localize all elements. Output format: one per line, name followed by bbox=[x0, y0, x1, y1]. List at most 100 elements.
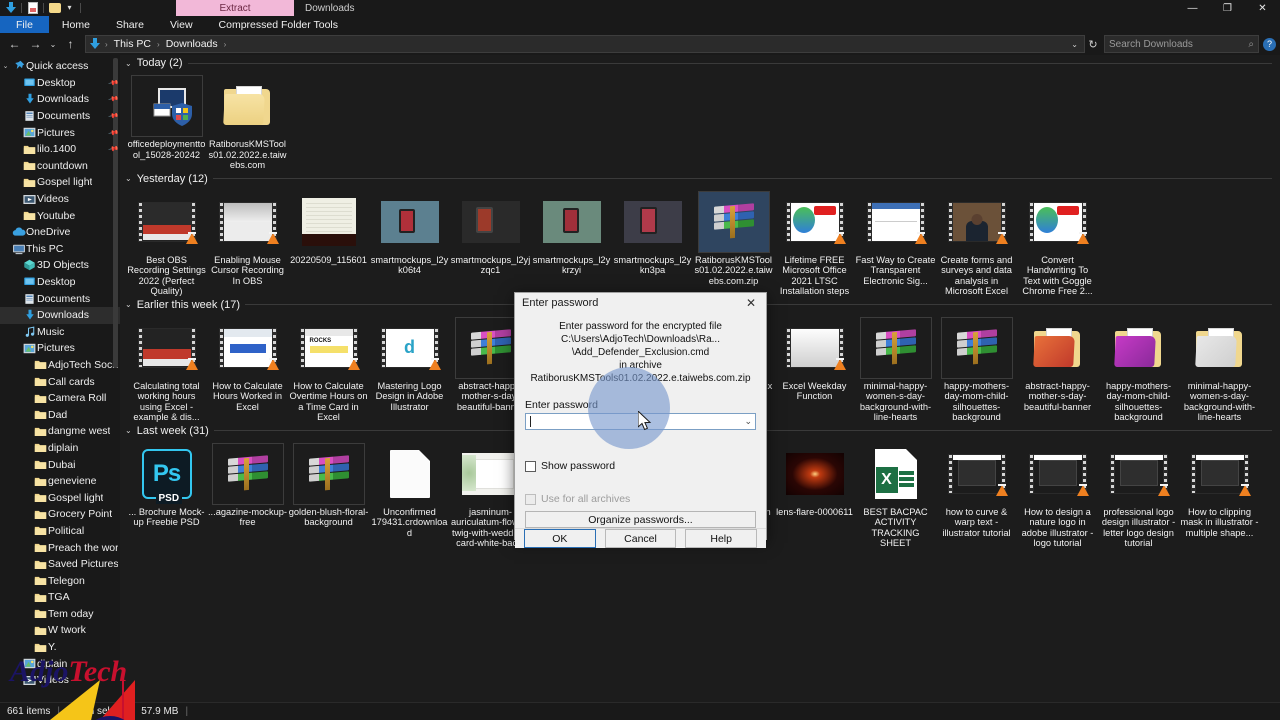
sidebar-item-onedrive[interactable]: OneDrive bbox=[0, 224, 120, 241]
sidebar-item-desktop[interactable]: Desktop bbox=[0, 274, 120, 291]
contextual-tab-extract[interactable]: Extract bbox=[176, 0, 294, 16]
help-button[interactable]: Help bbox=[685, 529, 758, 548]
chevron-down-icon[interactable]: ⌄ bbox=[1068, 40, 1081, 49]
sidebar-item-call-cards[interactable]: Call cards bbox=[0, 373, 120, 390]
file-tile[interactable]: Ps... Brochure Mock-up Freebie PSD bbox=[126, 439, 207, 549]
sidebar-item-dangme-west[interactable]: dangme west bbox=[0, 423, 120, 440]
show-password-checkbox[interactable]: Show password bbox=[525, 460, 756, 472]
sidebar-item-gospel-light[interactable]: Gospel light bbox=[0, 174, 120, 191]
download-icon[interactable] bbox=[4, 2, 17, 15]
file-tile[interactable]: RatiborusKMSTools01.02.2022.e.taiwebs.co… bbox=[207, 71, 288, 171]
file-tile[interactable]: happy-mothers-day-mom-child-silhouettes-… bbox=[1098, 313, 1179, 423]
sidebar-item-political[interactable]: Political bbox=[0, 523, 120, 540]
file-tile[interactable]: ROCKS How to Calculate Overtime Hours on … bbox=[288, 313, 369, 423]
sidebar-item-music[interactable]: Music bbox=[0, 324, 120, 341]
file-tile[interactable]: golden-blush-floral-background bbox=[288, 439, 369, 549]
chevron-down-icon[interactable]: ⌄ bbox=[125, 174, 132, 183]
maximize-button[interactable]: ❐ bbox=[1210, 0, 1245, 16]
sidebar-item-telegon[interactable]: Telegon bbox=[0, 572, 120, 589]
file-tile[interactable]: Enabling Mouse Cursor Recording In OBS bbox=[207, 187, 288, 297]
file-tile[interactable]: smartmockups_l2ykn3pa bbox=[612, 187, 693, 297]
sidebar-item-saved-pictures[interactable]: Saved Pictures bbox=[0, 556, 120, 573]
breadcrumb-downloads[interactable]: Downloads bbox=[163, 38, 221, 50]
document-icon[interactable] bbox=[26, 2, 39, 15]
sidebar-item-desktop[interactable]: Desktop 📌 bbox=[0, 75, 120, 92]
tab-view[interactable]: View bbox=[157, 16, 206, 33]
sidebar-item-videos[interactable]: Videos bbox=[0, 191, 120, 208]
file-tile[interactable]: Excel Weekday Function bbox=[774, 313, 855, 423]
breadcrumb[interactable]: › This PC › Downloads › ⌄ bbox=[85, 35, 1085, 53]
sidebar-item-quick-access[interactable]: ⌄ Quick access bbox=[0, 58, 120, 75]
sidebar-item-preach-the-wor[interactable]: Preach the wor bbox=[0, 539, 120, 556]
sidebar-item-documents[interactable]: Documents 📌 bbox=[0, 108, 120, 125]
folder-icon[interactable] bbox=[48, 2, 61, 15]
file-tile[interactable]: d Mastering Logo Design in Adobe Illustra… bbox=[369, 313, 450, 423]
file-tile[interactable]: lens-flare-0000611 bbox=[774, 439, 855, 549]
file-tile[interactable]: Fast Way to Create Transparent Electroni… bbox=[855, 187, 936, 297]
file-tile[interactable]: Convert Handwriting To Text with Goggle … bbox=[1017, 187, 1098, 297]
sidebar-item-w-twork[interactable]: W twork bbox=[0, 622, 120, 639]
sidebar-item-downloads[interactable]: Downloads 📌 bbox=[0, 91, 120, 108]
close-icon[interactable]: ✕ bbox=[736, 293, 766, 313]
sidebar-item-dubai[interactable]: Dubai bbox=[0, 456, 120, 473]
back-button[interactable]: ← bbox=[4, 34, 25, 54]
sidebar-item-tga[interactable]: TGA bbox=[0, 589, 120, 606]
file-tile[interactable]: How to clipping mask in illustrator - mu… bbox=[1179, 439, 1260, 549]
file-tile[interactable]: professional logo design illustrator - l… bbox=[1098, 439, 1179, 549]
sidebar-item-gospel-light[interactable]: Gospel light bbox=[0, 489, 120, 506]
forward-button[interactable]: → bbox=[25, 34, 46, 54]
file-tile[interactable]: Calculating total working hours using Ex… bbox=[126, 313, 207, 423]
file-tile[interactable]: officedeploymenttool_15028-20242 bbox=[126, 71, 207, 171]
help-icon[interactable]: ? bbox=[1263, 37, 1276, 51]
file-tile[interactable]: Unconfirmed 179431.crdownload bbox=[369, 439, 450, 549]
chevron-down-icon[interactable]: ⌄ bbox=[744, 416, 752, 427]
search-input[interactable]: Search Downloads ⌕ bbox=[1104, 35, 1259, 53]
file-tile[interactable]: Best OBS Recording Settings 2022 (Perfec… bbox=[126, 187, 207, 297]
ok-button[interactable]: OK bbox=[524, 529, 596, 548]
chevron-down-icon[interactable]: ⌄ bbox=[125, 426, 132, 435]
tab-file[interactable]: File bbox=[0, 16, 49, 33]
sidebar-item-3d-objects[interactable]: 3D Objects bbox=[0, 257, 120, 274]
recent-locations-button[interactable]: ⌄ bbox=[46, 34, 60, 54]
sidebar-item-diplain[interactable]: diplain bbox=[0, 655, 120, 672]
file-tile[interactable]: abstract-happy-mother-s-day-beautiful-ba… bbox=[1017, 313, 1098, 423]
sidebar-item-y[interactable]: Y. bbox=[0, 639, 120, 656]
file-tile[interactable]: smartmockups_l2yk06t4 bbox=[369, 187, 450, 297]
dropdown-icon[interactable]: ▾ bbox=[63, 2, 76, 15]
up-button[interactable]: ↑ bbox=[60, 34, 81, 54]
file-tile[interactable]: Create forms and surveys and data analys… bbox=[936, 187, 1017, 297]
file-tile[interactable]: How to design a nature logo in adobe ill… bbox=[1017, 439, 1098, 549]
file-tile[interactable]: smartmockups_l2yjzqc1 bbox=[450, 187, 531, 297]
sidebar-item-diplain[interactable]: diplain bbox=[0, 440, 120, 457]
chevron-icon[interactable]: ⌄ bbox=[0, 62, 11, 70]
refresh-icon[interactable]: ↻ bbox=[1085, 38, 1101, 51]
password-input[interactable]: ⌄ bbox=[525, 413, 756, 430]
file-tile[interactable]: minimal-happy-women-s-day-background-wit… bbox=[855, 313, 936, 423]
sidebar-item-dad[interactable]: Dad bbox=[0, 406, 120, 423]
minimize-button[interactable]: — bbox=[1175, 0, 1210, 16]
file-tile[interactable]: How to Calculate Hours Worked in Excel bbox=[207, 313, 288, 423]
file-tile[interactable]: X BEST BACPAC ACTIVITY TRACKING SHEET bbox=[855, 439, 936, 549]
tab-compressed-folder-tools[interactable]: Compressed Folder Tools bbox=[206, 16, 351, 33]
sidebar-item-camera-roll[interactable]: Camera Roll bbox=[0, 390, 120, 407]
organize-passwords-button[interactable]: Organize passwords... bbox=[525, 511, 756, 528]
group-header[interactable]: ⌄ Today (2) bbox=[120, 55, 1280, 71]
group-header[interactable]: ⌄ Yesterday (12) bbox=[120, 171, 1280, 187]
sidebar-item-adjotech-socia[interactable]: AdjoTech Socia bbox=[0, 357, 120, 374]
tab-share[interactable]: Share bbox=[103, 16, 157, 33]
sidebar-item-pictures[interactable]: Pictures bbox=[0, 340, 120, 357]
sidebar-item-lilo-1400[interactable]: lilo.1400 📌 bbox=[0, 141, 120, 158]
sidebar-item-youtube[interactable]: Youtube bbox=[0, 207, 120, 224]
file-tile[interactable]: minimal-happy-women-s-day-background-wit… bbox=[1179, 313, 1260, 423]
sidebar-item-this-pc[interactable]: This PC bbox=[0, 241, 120, 258]
close-button[interactable]: ✕ bbox=[1245, 0, 1280, 16]
file-tile[interactable]: smartmockups_l2ykrzyi bbox=[531, 187, 612, 297]
sidebar-item-tem-oday[interactable]: Tem oday bbox=[0, 606, 120, 623]
file-tile[interactable]: how to curve & warp text - illustrator t… bbox=[936, 439, 1017, 549]
file-tile[interactable]: RatiborusKMSTools01.02.2022.e.taiwebs.co… bbox=[693, 187, 774, 297]
file-tile[interactable]: happy-mothers-day-mom-child-silhouettes-… bbox=[936, 313, 1017, 423]
sidebar-item-geneviene[interactable]: geneviene bbox=[0, 473, 120, 490]
sidebar-item-countdown[interactable]: countdown bbox=[0, 158, 120, 175]
sidebar-item-videos[interactable]: Videos bbox=[0, 672, 120, 689]
cancel-button[interactable]: Cancel bbox=[604, 529, 677, 548]
